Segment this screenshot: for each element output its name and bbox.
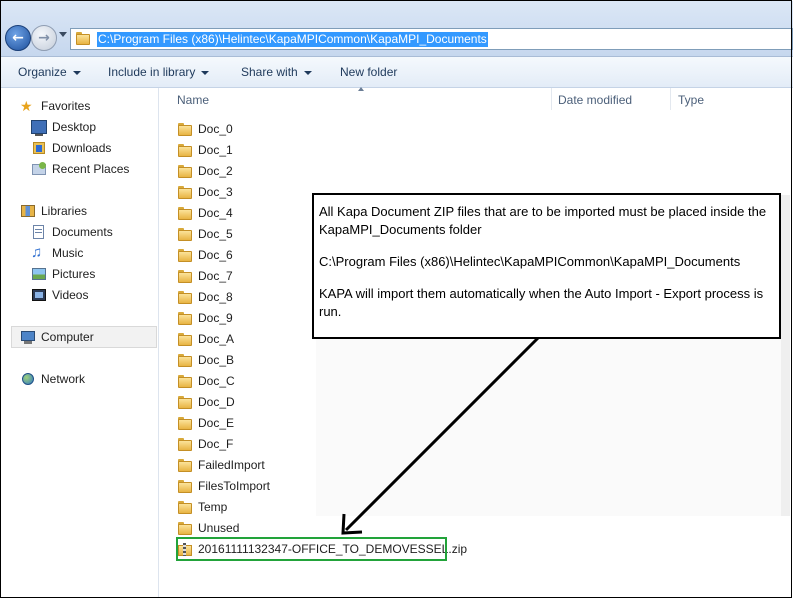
window-frame bbox=[0, 0, 792, 598]
